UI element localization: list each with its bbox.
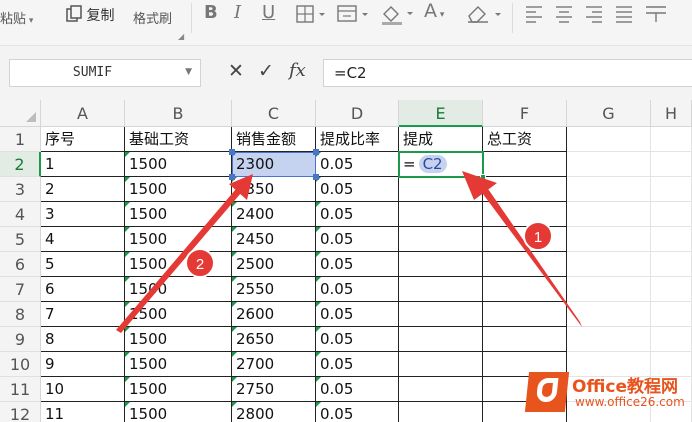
office26-logo: Office教程网 www.office26.com (524, 370, 692, 422)
arrow-1 (462, 171, 582, 327)
marker-2-label: 2 (196, 256, 204, 273)
office-logo-icon (524, 372, 570, 412)
arrow-2 (116, 174, 253, 333)
marker-1-label: 1 (534, 229, 542, 246)
logo-url: www.office26.com (575, 395, 685, 409)
annotation-overlay: 1 2 (116, 171, 582, 333)
logo-title: Office教程网 (572, 377, 679, 397)
marker-2-badge: 2 (185, 248, 215, 278)
marker-1-badge: 1 (523, 221, 553, 251)
